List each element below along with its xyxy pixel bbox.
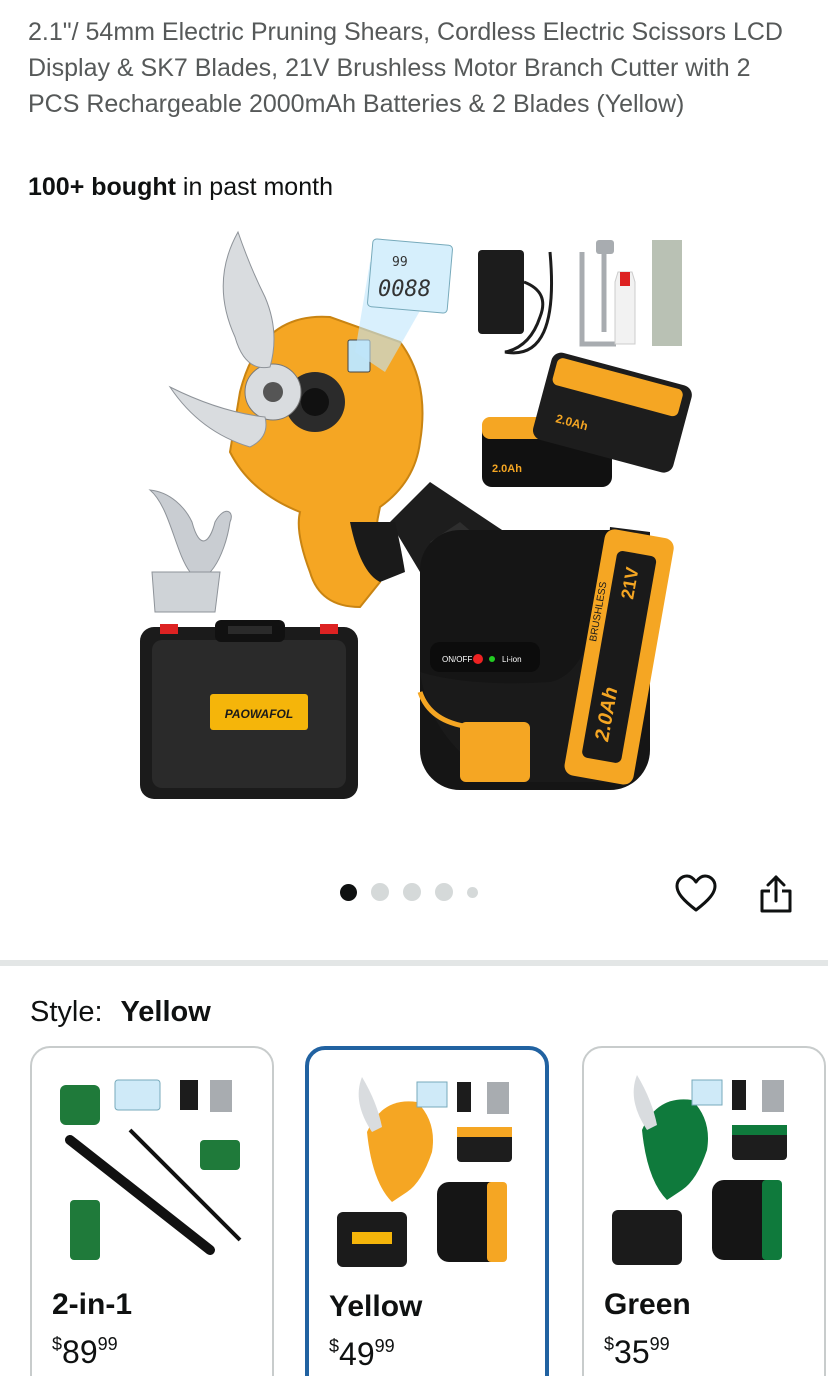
carrying-case: PAOWAFOL: [140, 620, 358, 799]
product-title: 2.1"/ 54mm Electric Pruning Shears, Cord…: [28, 18, 783, 118]
style-options: 2-in-1 $8999 Yellow $4999 Green $3599: [30, 1046, 828, 1376]
carousel-dot-5[interactable]: [467, 886, 478, 898]
bought-count: 100+ bought in past month: [28, 170, 333, 204]
carousel-dot-1[interactable]: [340, 883, 357, 901]
style-option-2-in-1[interactable]: 2-in-1 $8999: [30, 1046, 274, 1376]
lcd-bottom: 0088: [378, 277, 431, 302]
style-option-name: Green: [604, 1288, 691, 1321]
liion-label: Li-ion: [502, 655, 522, 664]
product-image[interactable]: PAOWAFOL ON/OFF Li-ion 2.0Ah 21V BRUSHLE…: [130, 222, 700, 822]
style-option-price: $8999: [52, 1334, 118, 1370]
bought-count-rest: in past month: [175, 173, 333, 201]
style-option-name: 2-in-1: [52, 1288, 133, 1321]
style-thumb-2-in-1: [60, 1079, 242, 1260]
style-option-green[interactable]: Green $3599: [582, 1046, 826, 1376]
carousel-dot-4[interactable]: [435, 883, 453, 901]
share-button[interactable]: [752, 870, 800, 918]
style-selector-label: Style: Yellow: [30, 992, 211, 1032]
share-icon: [760, 875, 792, 913]
lcd-top: 99: [392, 255, 408, 270]
bought-count-bold: 100+ bought: [28, 173, 176, 201]
style-option-yellow[interactable]: Yellow $4999: [305, 1046, 549, 1376]
style-label: Style:: [30, 996, 103, 1028]
pruner-body: ON/OFF Li-ion 2.0Ah 21V BRUSHLESS: [390, 482, 674, 790]
style-option-price: $3599: [604, 1334, 670, 1370]
style-selected-value: Yellow: [120, 996, 211, 1028]
style-option-price: $4999: [329, 1336, 395, 1372]
accessories: [579, 240, 682, 347]
heart-icon: [675, 874, 717, 912]
carousel-indicator[interactable]: [340, 882, 478, 902]
carousel-dot-2[interactable]: [371, 883, 389, 901]
style-option-name: Yellow: [329, 1290, 423, 1323]
onoff-label: ON/OFF: [442, 655, 472, 664]
section-divider: [0, 960, 828, 966]
style-thumb-green: [612, 1075, 787, 1265]
spare-batteries: 2.0Ah 2.0Ah: [482, 352, 692, 487]
case-brand: PAOWAFOL: [225, 707, 293, 721]
carousel-dot-3[interactable]: [403, 883, 421, 901]
charger: [478, 250, 554, 355]
spare-blade: [148, 489, 232, 613]
spare-battery-label: 2.0Ah: [492, 463, 522, 475]
wishlist-button[interactable]: [672, 870, 720, 918]
style-thumb-yellow: [337, 1077, 512, 1267]
